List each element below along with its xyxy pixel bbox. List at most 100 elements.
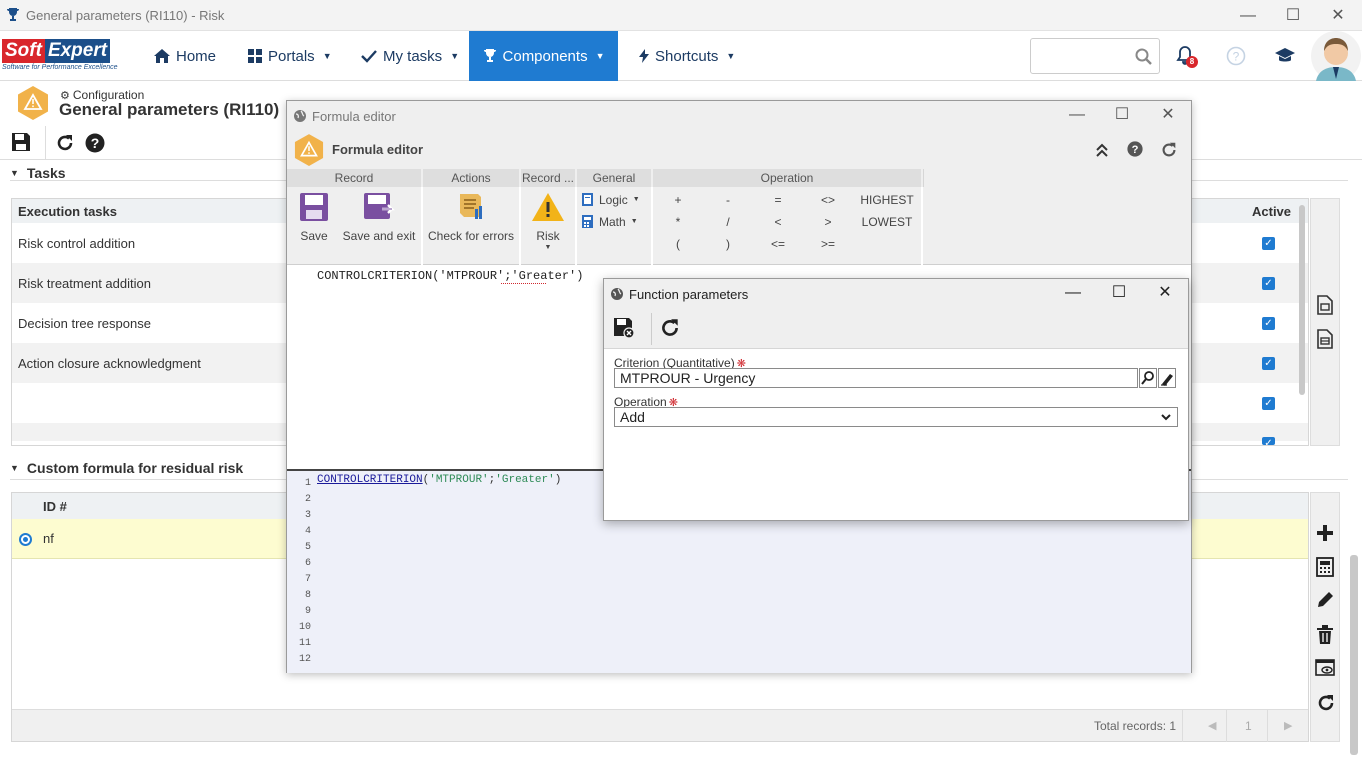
nav-shortcuts[interactable]: Shortcuts ▼ (625, 31, 749, 81)
operator-minus-button[interactable]: - (713, 193, 743, 207)
plus-icon[interactable] (1315, 523, 1335, 543)
operator-less-equal-button[interactable]: <= (763, 237, 793, 251)
page-title: General parameters (RI110) (59, 100, 280, 119)
minimize-button[interactable]: — (1067, 105, 1087, 125)
minimize-button[interactable]: — (1238, 6, 1258, 26)
help-circle-icon[interactable]: ? (1226, 46, 1246, 66)
active-checkbox[interactable]: ✓ (1262, 317, 1275, 330)
save-ribbon-button[interactable]: Save (292, 191, 336, 243)
math-label: Math (599, 214, 626, 229)
view-icon[interactable] (1315, 659, 1335, 677)
nav-components[interactable]: Components ▼ (469, 31, 618, 81)
search-icon[interactable] (1139, 368, 1157, 388)
search-icon[interactable] (1135, 48, 1152, 65)
refresh-icon[interactable] (659, 317, 681, 339)
check-errors-ribbon-button[interactable]: Check for errors (426, 191, 516, 243)
help-icon[interactable]: ? (85, 133, 105, 153)
operator-divide-button[interactable]: / (713, 215, 743, 229)
operator-open-paren-button[interactable]: ( (663, 237, 693, 251)
save-close-icon[interactable] (613, 317, 635, 339)
search-input[interactable] (1037, 39, 1133, 73)
active-checkbox[interactable]: ✓ (1262, 277, 1275, 290)
maximize-button[interactable]: ☐ (1112, 105, 1132, 125)
graduation-cap-icon[interactable] (1274, 47, 1296, 65)
active-checkbox[interactable]: ✓ (1262, 437, 1275, 449)
nav-my-tasks[interactable]: My tasks ▼ (347, 31, 473, 81)
calculator-icon (581, 214, 594, 229)
close-button[interactable]: ✕ (1155, 283, 1175, 303)
tasks-scrollbar[interactable] (1299, 205, 1305, 395)
row-radio[interactable] (19, 533, 32, 546)
nav-home[interactable]: Home (140, 31, 230, 81)
operator-greater-than-button[interactable]: > (813, 215, 843, 229)
document-edit-icon[interactable] (1316, 329, 1334, 349)
save-and-exit-label: Save and exit (342, 229, 416, 243)
page-scrollbar[interactable] (1350, 555, 1358, 755)
operator-not-equal-button[interactable]: <> (813, 193, 843, 207)
active-checkbox[interactable]: ✓ (1262, 357, 1275, 370)
calculator-icon[interactable] (1316, 557, 1334, 577)
check-errors-label: Check for errors (427, 229, 515, 243)
code-string-token: 'Greater' (495, 474, 555, 486)
operator-highest-button[interactable]: HIGHEST (857, 193, 917, 207)
eraser-icon[interactable] (1158, 368, 1176, 388)
refresh-icon[interactable] (1316, 693, 1336, 713)
operator-lowest-button[interactable]: LOWEST (857, 215, 917, 229)
collapse-icon[interactable] (1095, 142, 1109, 158)
document-add-icon[interactable] (1316, 295, 1334, 315)
column-execution-tasks[interactable]: Execution tasks (18, 204, 117, 219)
operator-greater-equal-button[interactable]: >= (813, 237, 843, 251)
column-id[interactable]: ID # (43, 499, 67, 514)
operation-select[interactable]: Add (614, 407, 1178, 427)
close-button[interactable]: ✕ (1328, 6, 1348, 26)
code-function-token: CONTROLCRITERION (317, 474, 423, 486)
operator-equals-button[interactable]: = (763, 193, 793, 207)
function-parameters-toolbar (604, 309, 1188, 349)
operator-less-than-button[interactable]: < (763, 215, 793, 229)
prev-page-button[interactable]: ◀ (1208, 719, 1216, 732)
line-number-gutter: 1 2 3 4 5 6 7 8 9 10 11 12 (287, 471, 315, 673)
criterion-field[interactable]: MTPROUR - Urgency (614, 368, 1138, 388)
softexpert-logo[interactable]: Soft Expert Software for Performance Exc… (2, 39, 130, 73)
operator-multiply-button[interactable]: * (663, 215, 693, 229)
refresh-icon[interactable] (55, 133, 75, 153)
trophy-icon (483, 48, 497, 64)
save-and-exit-ribbon-button[interactable]: Save and exit (342, 191, 416, 243)
refresh-icon[interactable] (1160, 141, 1178, 159)
maximize-button[interactable]: ☐ (1109, 283, 1129, 303)
task-name: Action closure acknowledgment (18, 355, 201, 371)
line-number: 11 (298, 638, 311, 649)
pencil-icon[interactable] (1316, 591, 1334, 609)
active-checkbox[interactable]: ✓ (1262, 397, 1275, 410)
risk-label: Risk (536, 229, 560, 243)
notifications-button[interactable]: 8 (1176, 45, 1198, 68)
function-parameters-dialog: Function parameters — ☐ ✕ Criterion (Qua… (603, 278, 1189, 521)
tasks-section-title: Tasks (26, 165, 66, 181)
operator-close-paren-button[interactable]: ) (713, 237, 743, 251)
logic-ribbon-button[interactable]: Logic ▼ (581, 192, 640, 207)
formula-side-toolbar (1310, 492, 1340, 742)
ribbon-empty-group (923, 169, 1191, 187)
risk-ribbon-button[interactable]: Risk ▼ (525, 191, 571, 251)
operator-plus-button[interactable]: + (663, 193, 693, 207)
nav-portals[interactable]: Portals ▼ (234, 31, 346, 81)
maximize-button[interactable]: ☐ (1283, 6, 1303, 26)
avatar[interactable] (1310, 31, 1362, 81)
tasks-section-header[interactable]: ▼ Tasks (10, 165, 66, 181)
trash-icon[interactable] (1316, 625, 1334, 645)
save-icon[interactable] (11, 132, 31, 152)
search-box[interactable] (1030, 38, 1160, 74)
floppy-icon (298, 191, 330, 223)
active-checkbox[interactable]: ✓ (1262, 237, 1275, 250)
close-button[interactable]: ✕ (1158, 105, 1178, 125)
ribbon-group-general: General (577, 169, 651, 187)
minimize-button[interactable]: — (1063, 283, 1083, 303)
math-ribbon-button[interactable]: Math ▼ (581, 214, 638, 229)
chevron-down-icon: ▼ (630, 218, 638, 225)
custom-formula-section-header[interactable]: ▼ Custom formula for residual risk (10, 460, 243, 476)
notification-count-badge: 8 (1186, 56, 1198, 68)
next-page-button[interactable]: ▶ (1284, 719, 1292, 732)
help-icon[interactable]: ? (1127, 141, 1143, 157)
column-active[interactable]: Active (1252, 204, 1291, 219)
formula-editor-header: Formula editor ? (287, 131, 1191, 169)
